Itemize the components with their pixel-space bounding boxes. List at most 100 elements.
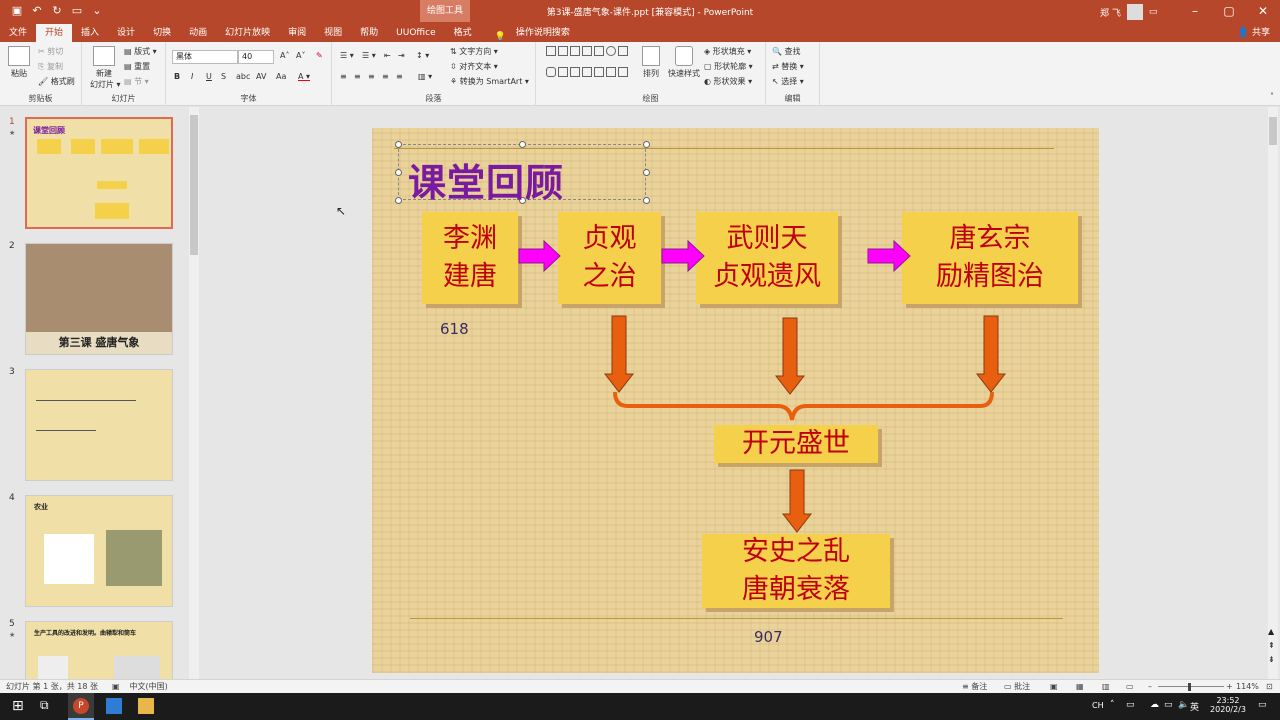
ribbon-display-icon[interactable]: ▭ [1149, 7, 1158, 17]
editor-scrollbar[interactable]: ▲ ⇞ ⇟ [1268, 107, 1278, 680]
slide-thumbnail[interactable]: 农业 [25, 495, 173, 607]
share-button[interactable]: 👤 共享 [1238, 25, 1270, 38]
zoom-level[interactable]: 114% [1236, 682, 1259, 691]
orange-down-arrow[interactable] [975, 315, 1007, 393]
tray-app-icon[interactable]: ▭ [1126, 700, 1135, 710]
shape-fill-button[interactable]: ◈ 形状填充 ▾ [704, 46, 751, 57]
maximize-icon[interactable]: ▢ [1212, 0, 1246, 22]
slide-thumbnail[interactable]: 课堂回顾 [25, 117, 173, 229]
zoom-out-icon[interactable]: – [1148, 682, 1152, 691]
change-case-icon[interactable]: Aa [276, 72, 286, 81]
shape-elbow-icon[interactable] [570, 67, 580, 77]
slideshow-icon[interactable]: ▭ [70, 4, 84, 18]
prev-slide-icon[interactable]: ⇞ [1268, 641, 1275, 650]
clock[interactable]: 23:52 2020/2/3 [1208, 696, 1248, 714]
scrollbar-thumb[interactable] [1269, 117, 1277, 145]
volume-icon[interactable]: 🔈 [1178, 700, 1189, 710]
smartart-button[interactable]: ⚘ 转换为 SmartArt ▾ [450, 76, 529, 87]
start-icon[interactable]: ⊞ [12, 698, 28, 714]
save-icon[interactable]: ▣ [10, 4, 24, 18]
shapes-scroll-icon[interactable] [618, 67, 628, 77]
zoom-in-icon[interactable]: + [1226, 682, 1233, 691]
tab-insert[interactable]: 插入 [72, 24, 108, 42]
comments-button[interactable]: ▭ 批注 [1004, 681, 1030, 692]
shape-rect-icon[interactable] [594, 46, 604, 56]
undo-icon[interactable]: ↶ [30, 4, 44, 18]
increase-font-icon[interactable]: A˄ [280, 51, 289, 60]
tab-transitions[interactable]: 切换 [144, 24, 180, 42]
app-icon[interactable] [106, 698, 122, 714]
slide-thumbnail[interactable]: 第三课 盛唐气象 [25, 243, 173, 355]
tab-design[interactable]: 设计 [108, 24, 144, 42]
format-painter-button[interactable]: 🖌 格式刷 [38, 76, 75, 87]
scrollbar-thumb[interactable] [190, 115, 198, 255]
customize-qat-icon[interactable]: ⌄ [90, 4, 104, 18]
collapse-ribbon-icon[interactable]: ˄ [1270, 92, 1274, 101]
bold-icon[interactable]: B [174, 72, 180, 81]
powerpoint-taskbar-button[interactable]: P [68, 693, 94, 720]
tab-slideshow[interactable]: 幻灯片放映 [216, 24, 279, 42]
align-right-icon[interactable]: ≡ [368, 72, 375, 81]
avatar[interactable] [1126, 4, 1143, 20]
user-account[interactable]: 郑 飞 ▭ [1100, 4, 1157, 20]
thumbnail-scrollbar[interactable] [189, 107, 199, 680]
shape-line-icon[interactable] [570, 46, 580, 56]
shape-rtarrow-icon[interactable] [582, 67, 592, 77]
spellcheck-icon[interactable]: ▣ [112, 682, 120, 691]
tab-view[interactable]: 视图 [315, 24, 351, 42]
fit-slide-icon[interactable]: ⊡ [1266, 682, 1273, 691]
tab-file[interactable]: 文件 [0, 24, 36, 42]
minimize-icon[interactable]: – [1178, 0, 1212, 22]
shape-textbox-v-icon[interactable] [558, 46, 568, 56]
quick-styles-button[interactable]: 快速样式 [668, 46, 700, 79]
shadow-icon[interactable]: S [221, 72, 226, 81]
copy-button[interactable]: ⎘ 复制 [38, 61, 63, 72]
shape-outline-button[interactable]: ▢ 形状轮廓 ▾ [704, 61, 753, 72]
font-size-field[interactable]: 40 [238, 50, 274, 64]
ime-indicator[interactable]: CH [1092, 701, 1104, 710]
slideshow-view-icon[interactable]: ▭ [1126, 682, 1134, 691]
align-text-button[interactable]: ⇳ 对齐文本 ▾ [450, 61, 498, 72]
tray-chevron-icon[interactable]: ˄ [1110, 700, 1115, 710]
shape-downarrow-icon[interactable] [594, 67, 604, 77]
new-slide-button[interactable]: 新建 幻灯片 ▾ [90, 46, 121, 90]
pink-arrow[interactable] [867, 239, 911, 273]
char-spacing-icon[interactable]: AV [256, 72, 266, 81]
tab-animations[interactable]: 动画 [180, 24, 216, 42]
shapes-gallery[interactable] [546, 46, 628, 86]
redo-icon[interactable]: ↻ [50, 4, 64, 18]
language-status[interactable]: 中文(中国) [130, 681, 168, 692]
zoom-slider[interactable] [1158, 686, 1224, 687]
zoom-slider-thumb[interactable] [1188, 683, 1191, 691]
orange-brace[interactable] [613, 391, 994, 421]
shape-textbox-icon[interactable] [546, 46, 556, 56]
slide-thumbnail[interactable]: 生产工具的改进和发明。曲辕犁和筒车 [25, 621, 173, 683]
shape-star-icon[interactable] [606, 67, 616, 77]
align-center-icon[interactable]: ≡ [354, 72, 361, 81]
slide-canvas[interactable]: ↻ 课堂回顾 李渊 建唐 贞观 之治 武则天 贞观遗风 唐玄宗 励精图治 开元盛… [372, 128, 1099, 673]
section-button[interactable]: ▤ 节 ▾ [124, 76, 149, 87]
justify-icon[interactable]: ≡ [382, 72, 389, 81]
slide-thumbnail[interactable] [25, 369, 173, 481]
strikethrough-icon[interactable]: abc [236, 72, 250, 81]
decrease-indent-icon[interactable]: ⇤ [384, 51, 391, 60]
tab-home[interactable]: 开始 [36, 24, 73, 42]
slide-sorter-icon[interactable]: ▦ [1076, 682, 1084, 691]
increase-indent-icon[interactable]: ⇥ [398, 51, 405, 60]
notes-button[interactable]: ≡ 备注 [962, 681, 987, 692]
font-color-icon[interactable]: A ▾ [298, 72, 310, 81]
file-explorer-icon[interactable] [138, 698, 154, 714]
scroll-up-icon[interactable]: ▲ [1268, 627, 1274, 636]
orange-down-arrow[interactable] [603, 315, 635, 393]
find-button[interactable]: 🔍 查找 [772, 46, 801, 57]
reset-button[interactable]: ▤ 重置 [124, 61, 150, 72]
columns-icon[interactable]: ▥ ▾ [418, 72, 432, 81]
decrease-font-icon[interactable]: A˅ [296, 51, 305, 60]
task-view-icon[interactable]: ⧉ [40, 698, 56, 714]
line-spacing-icon[interactable]: ↕ ▾ [416, 51, 429, 60]
orange-down-arrow[interactable] [781, 469, 813, 533]
notification-icon[interactable]: ▭ [1258, 700, 1267, 710]
distributed-icon[interactable]: ≡ [396, 72, 403, 81]
text-direction-button[interactable]: ⇅ 文字方向 ▾ [450, 46, 498, 57]
paste-button[interactable]: 粘贴 [8, 46, 30, 79]
